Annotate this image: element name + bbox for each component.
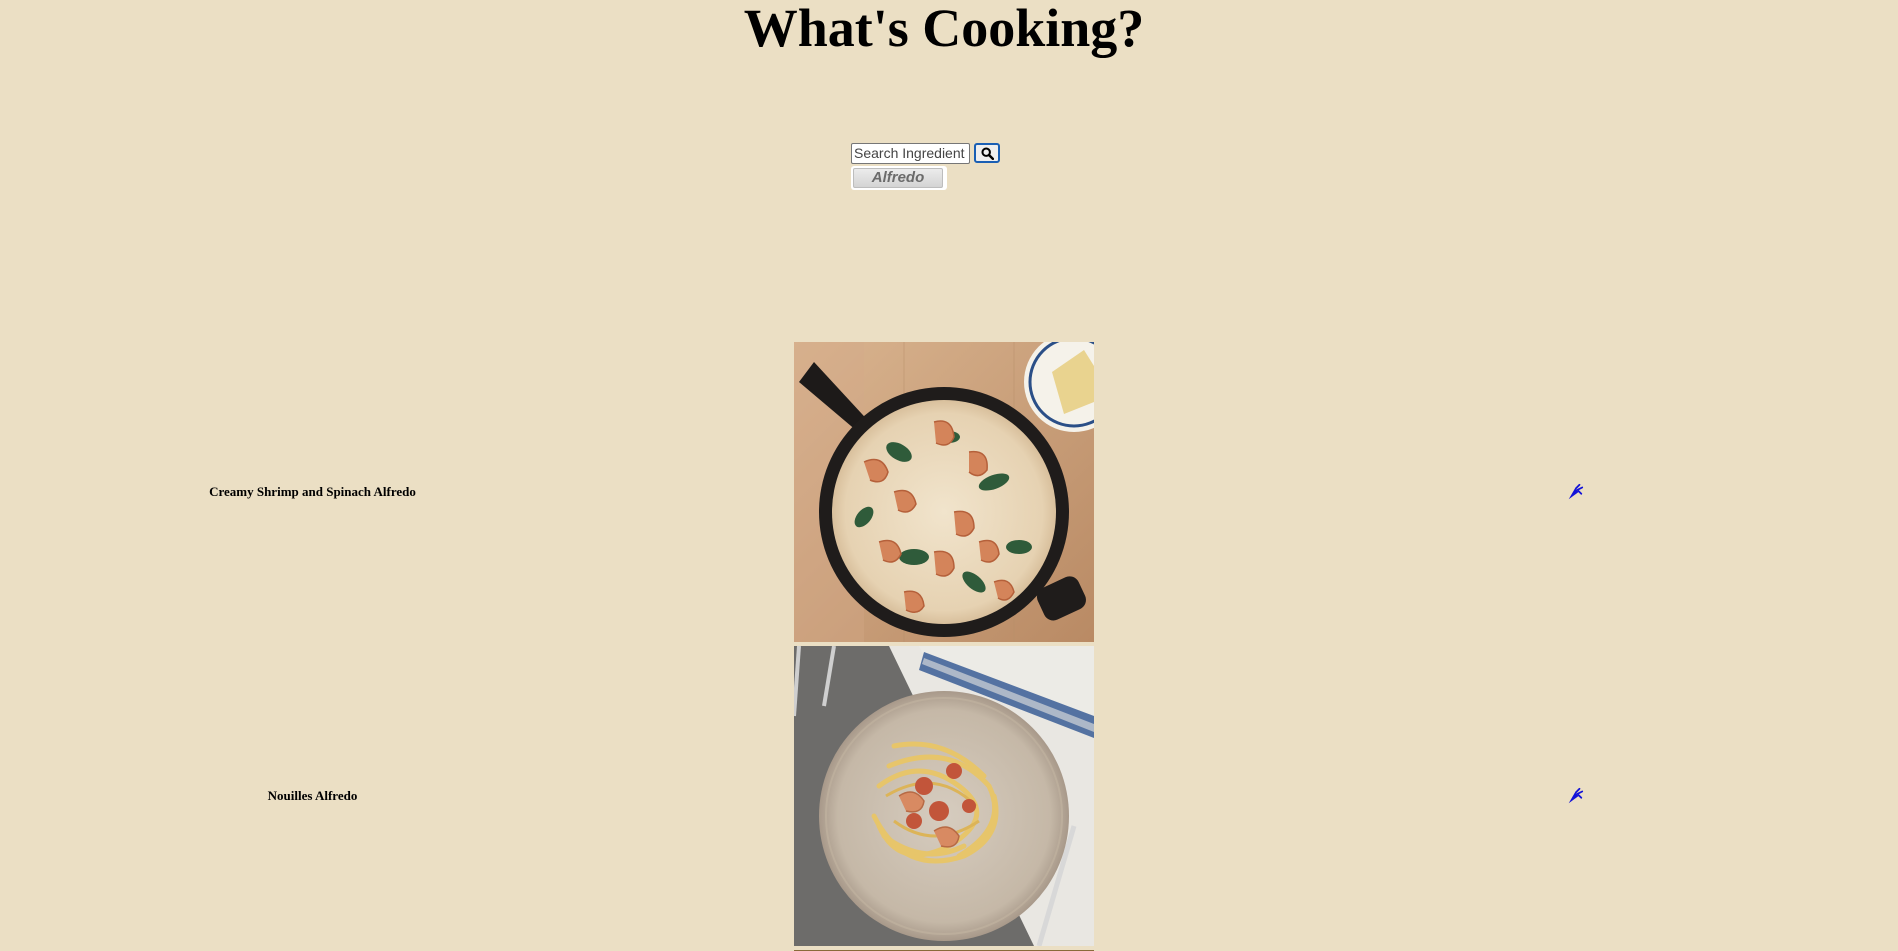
carrot-icon[interactable] [1566, 483, 1584, 501]
recipe-name[interactable]: Creamy Shrimp and Spinach Alfredo [150, 342, 475, 642]
search-icon [980, 146, 994, 160]
alfredo-noodles-photo [794, 646, 1094, 946]
recipe-image[interactable] [794, 646, 1094, 946]
search-bar [851, 142, 1000, 164]
carrot-icon[interactable] [1566, 787, 1584, 805]
recipe-row: Nouilles Alfredo [0, 646, 1898, 946]
search-input[interactable] [851, 142, 970, 164]
filter-chip-label: Alfredo [853, 168, 943, 188]
recipe-image[interactable] [794, 342, 1094, 642]
recipe-name[interactable]: Nouilles Alfredo [150, 646, 475, 946]
page-title: What's Cooking? [743, 0, 1145, 58]
search-button[interactable] [974, 143, 1000, 163]
page: What's Cooking? Alfredo Creamy Shrimp an… [0, 0, 1898, 951]
shrimp-alfredo-photo [794, 342, 1094, 642]
recipe-row: Creamy Shrimp and Spinach Alfredo [0, 342, 1898, 642]
filter-chip-alfredo[interactable]: Alfredo [851, 166, 947, 190]
